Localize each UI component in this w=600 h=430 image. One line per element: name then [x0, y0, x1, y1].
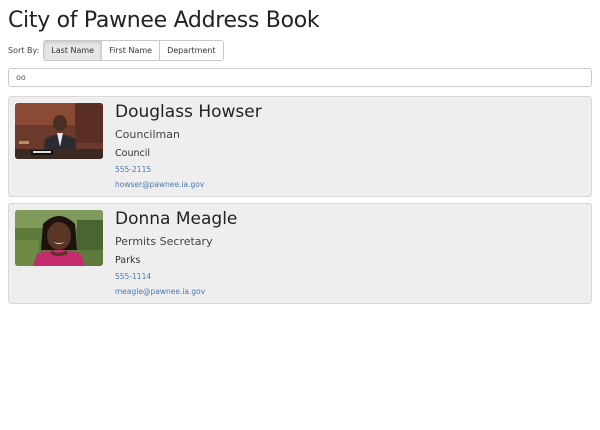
search-input[interactable] [8, 68, 592, 87]
contact-department: Council [115, 148, 150, 159]
contact-email-link[interactable]: meagle@pawnee.ia.gov [115, 287, 237, 297]
contact-info: Douglass Howser Councilman Council 555-2… [115, 101, 262, 190]
contact-photo [15, 210, 103, 266]
contact-card[interactable]: Donna Meagle Permits Secretary Parks 555… [8, 203, 592, 304]
contact-card[interactable]: Douglass Howser Councilman Council 555-2… [8, 96, 592, 197]
contact-title: Councilman [115, 128, 180, 141]
sort-department-button[interactable]: Department [160, 41, 223, 60]
sort-bar: Sort By: Last Name First Name Department [8, 40, 224, 61]
contact-email-link[interactable]: howser@pawnee.ia.gov [115, 180, 262, 190]
contact-title: Permits Secretary [115, 235, 213, 248]
contact-info: Donna Meagle Permits Secretary Parks 555… [115, 208, 237, 297]
sort-label: Sort By: [8, 46, 40, 55]
contact-phone-link[interactable]: 555-2115 [115, 165, 262, 175]
contact-name: Douglass Howser [115, 102, 262, 122]
contact-photo [15, 103, 103, 159]
sort-first-name-button[interactable]: First Name [102, 41, 161, 60]
contact-department: Parks [115, 255, 141, 266]
sort-button-group: Last Name First Name Department [43, 40, 224, 61]
sort-last-name-button[interactable]: Last Name [44, 41, 103, 60]
contact-name: Donna Meagle [115, 209, 238, 229]
page-title: City of Pawnee Address Book [8, 8, 320, 33]
contact-phone-link[interactable]: 555-1114 [115, 272, 237, 282]
